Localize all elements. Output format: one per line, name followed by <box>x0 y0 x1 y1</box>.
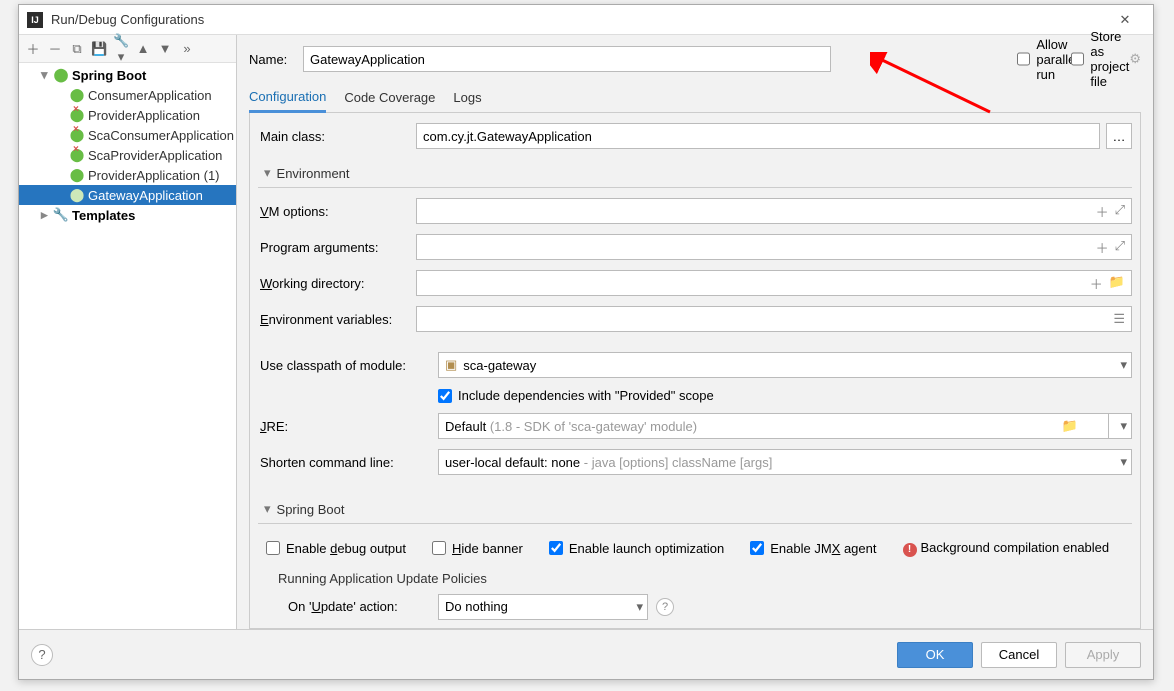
down-icon[interactable]: ▼ <box>157 41 173 56</box>
tab-configuration[interactable]: Configuration <box>249 83 326 113</box>
sidebar: ＋ － ⧉ 💾 🔧▾ ▲ ▼ » ▾ ⬤ Spring Boot ⬤Consum… <box>19 35 237 629</box>
ok-button[interactable]: OK <box>897 642 973 668</box>
cancel-button[interactable]: Cancel <box>981 642 1057 668</box>
program-args-input[interactable]: ＋⤢ <box>416 234 1132 260</box>
spring-leaf-error-icon: ⬤ <box>69 127 85 143</box>
remove-icon[interactable]: － <box>47 39 63 58</box>
store-project-checkbox[interactable]: Store as project file <box>1071 29 1115 89</box>
working-dir-input[interactable]: ＋📁 <box>416 270 1132 296</box>
gear-icon[interactable]: ⚙ <box>1129 51 1141 67</box>
jre-select[interactable]: Default (1.8 - SDK of 'sca-gateway' modu… <box>438 413 1108 439</box>
dialog-title: Run/Debug Configurations <box>51 12 1105 27</box>
tree-item[interactable]: ⬤ProviderApplication <box>19 105 236 125</box>
app-icon: IJ <box>27 12 43 28</box>
hide-banner-checkbox[interactable]: Hide banner <box>432 541 523 556</box>
up-icon[interactable]: ▲ <box>135 41 151 56</box>
on-update-label: On 'Update' action: <box>288 599 438 614</box>
apply-button[interactable]: Apply <box>1065 642 1141 668</box>
tabs: Configuration Code Coverage Logs <box>249 83 1141 113</box>
config-form: Main class: … ▾Environment VM options: ＋… <box>249 113 1141 629</box>
plus-icon[interactable]: ＋ <box>1090 274 1103 293</box>
enable-jmx-checkbox[interactable]: Enable JMX agent <box>750 541 876 556</box>
classpath-select[interactable]: ▣sca-gateway▾ <box>438 352 1132 378</box>
wrench-icon[interactable]: 🔧▾ <box>113 33 129 65</box>
spring-leaf-icon: ⬤ <box>69 167 85 183</box>
chevron-down-icon: ▾ <box>264 501 271 517</box>
program-args-label: Program arguments: <box>258 240 416 255</box>
tree-templates[interactable]: ▸ 🔧 Templates <box>19 205 236 225</box>
run-debug-dialog: IJ Run/Debug Configurations ✕ ＋ － ⧉ 💾 🔧▾… <box>18 4 1154 680</box>
classpath-label: Use classpath of module: <box>258 358 438 373</box>
tree-item-selected[interactable]: ⬤GatewayApplication <box>19 185 236 205</box>
tree-item[interactable]: ⬤ScaProviderApplication <box>19 145 236 165</box>
config-tree: ▾ ⬤ Spring Boot ⬤ConsumerApplication ⬤Pr… <box>19 63 236 629</box>
save-icon[interactable]: 💾 <box>91 41 107 57</box>
chevron-down-icon: ▾ <box>264 165 271 181</box>
help-icon[interactable]: ? <box>656 598 674 616</box>
vm-options-input[interactable]: ＋⤢ <box>416 198 1132 224</box>
chevron-down-icon: ▾ <box>1120 418 1127 434</box>
copy-icon[interactable]: ⧉ <box>69 41 85 57</box>
shorten-label: Shorten command line: <box>258 455 438 470</box>
list-icon[interactable]: ☰ <box>1113 311 1125 327</box>
plus-icon[interactable]: ＋ <box>1096 202 1109 221</box>
bg-compile-status: !Background compilation enabled <box>903 540 1110 557</box>
folder-icon[interactable]: 📁 <box>1109 274 1125 293</box>
expand-icon[interactable]: » <box>179 41 195 56</box>
error-icon: ! <box>903 543 917 557</box>
sidebar-toolbar: ＋ － ⧉ 💾 🔧▾ ▲ ▼ » <box>19 35 236 63</box>
allow-parallel-checkbox[interactable]: Allow parallel run <box>1017 37 1061 82</box>
plus-icon[interactable]: ＋ <box>1096 238 1109 257</box>
working-dir-label: Working directory: <box>258 276 416 291</box>
shorten-select[interactable]: user-local default: none - java [options… <box>438 449 1132 475</box>
chevron-down-icon: ▾ <box>636 599 643 615</box>
dialog-footer: ? OK Cancel Apply <box>19 629 1153 679</box>
tab-logs[interactable]: Logs <box>453 83 481 113</box>
policies-header: Running Application Update Policies <box>258 567 1132 594</box>
titlebar: IJ Run/Debug Configurations ✕ <box>19 5 1153 35</box>
expand-icon[interactable]: ⤢ <box>1115 202 1125 221</box>
expand-icon[interactable]: ⤢ <box>1115 238 1125 257</box>
env-vars-input[interactable]: ☰ <box>416 306 1132 332</box>
name-input[interactable] <box>303 46 831 72</box>
tree-spring-boot[interactable]: ▾ ⬤ Spring Boot <box>19 65 236 85</box>
jre-label: JRE: <box>258 419 438 434</box>
spring-leaf-icon: ⬤ <box>69 87 85 103</box>
chevron-down-icon: ▾ <box>1120 454 1127 470</box>
jre-dropdown-button[interactable]: ▾ <box>1108 413 1132 439</box>
chevron-right-icon: ▸ <box>41 207 53 223</box>
close-icon[interactable]: ✕ <box>1105 12 1145 28</box>
tree-item[interactable]: ⬤ProviderApplication (1) <box>19 165 236 185</box>
environment-section[interactable]: ▾Environment <box>258 159 1132 188</box>
main-class-label: Main class: <box>258 129 416 144</box>
on-update-select[interactable]: Do nothing▾ <box>438 594 648 620</box>
name-label: Name: <box>249 52 293 67</box>
spring-leaf-icon: ⬤ <box>53 67 69 83</box>
include-deps-checkbox[interactable]: Include dependencies with "Provided" sco… <box>438 388 714 403</box>
folder-icon[interactable]: 📁 <box>1062 418 1078 434</box>
env-vars-label: Environment variables: <box>258 312 416 327</box>
vm-options-label: VM options: <box>258 204 416 219</box>
module-icon: ▣ <box>445 357 457 373</box>
chevron-down-icon: ▾ <box>1120 357 1127 373</box>
spring-leaf-error-icon: ⬤ <box>69 147 85 163</box>
help-button[interactable]: ? <box>31 644 53 666</box>
add-icon[interactable]: ＋ <box>25 39 41 58</box>
spring-leaf-error-icon: ⬤ <box>69 107 85 123</box>
enable-launch-checkbox[interactable]: Enable launch optimization <box>549 541 724 556</box>
wrench-icon: 🔧 <box>53 207 69 223</box>
chevron-down-icon: ▾ <box>41 67 53 83</box>
main-class-input[interactable] <box>416 123 1100 149</box>
spring-boot-section[interactable]: ▾Spring Boot <box>258 495 1132 524</box>
enable-debug-checkbox[interactable]: Enable debug output <box>266 541 406 556</box>
tab-code-coverage[interactable]: Code Coverage <box>344 83 435 113</box>
browse-main-class-button[interactable]: … <box>1106 123 1132 149</box>
main-panel: Name: Allow parallel run Store as projec… <box>237 35 1153 629</box>
tree-item[interactable]: ⬤ConsumerApplication <box>19 85 236 105</box>
tree-item[interactable]: ⬤ScaConsumerApplication <box>19 125 236 145</box>
spring-leaf-icon: ⬤ <box>69 187 85 203</box>
